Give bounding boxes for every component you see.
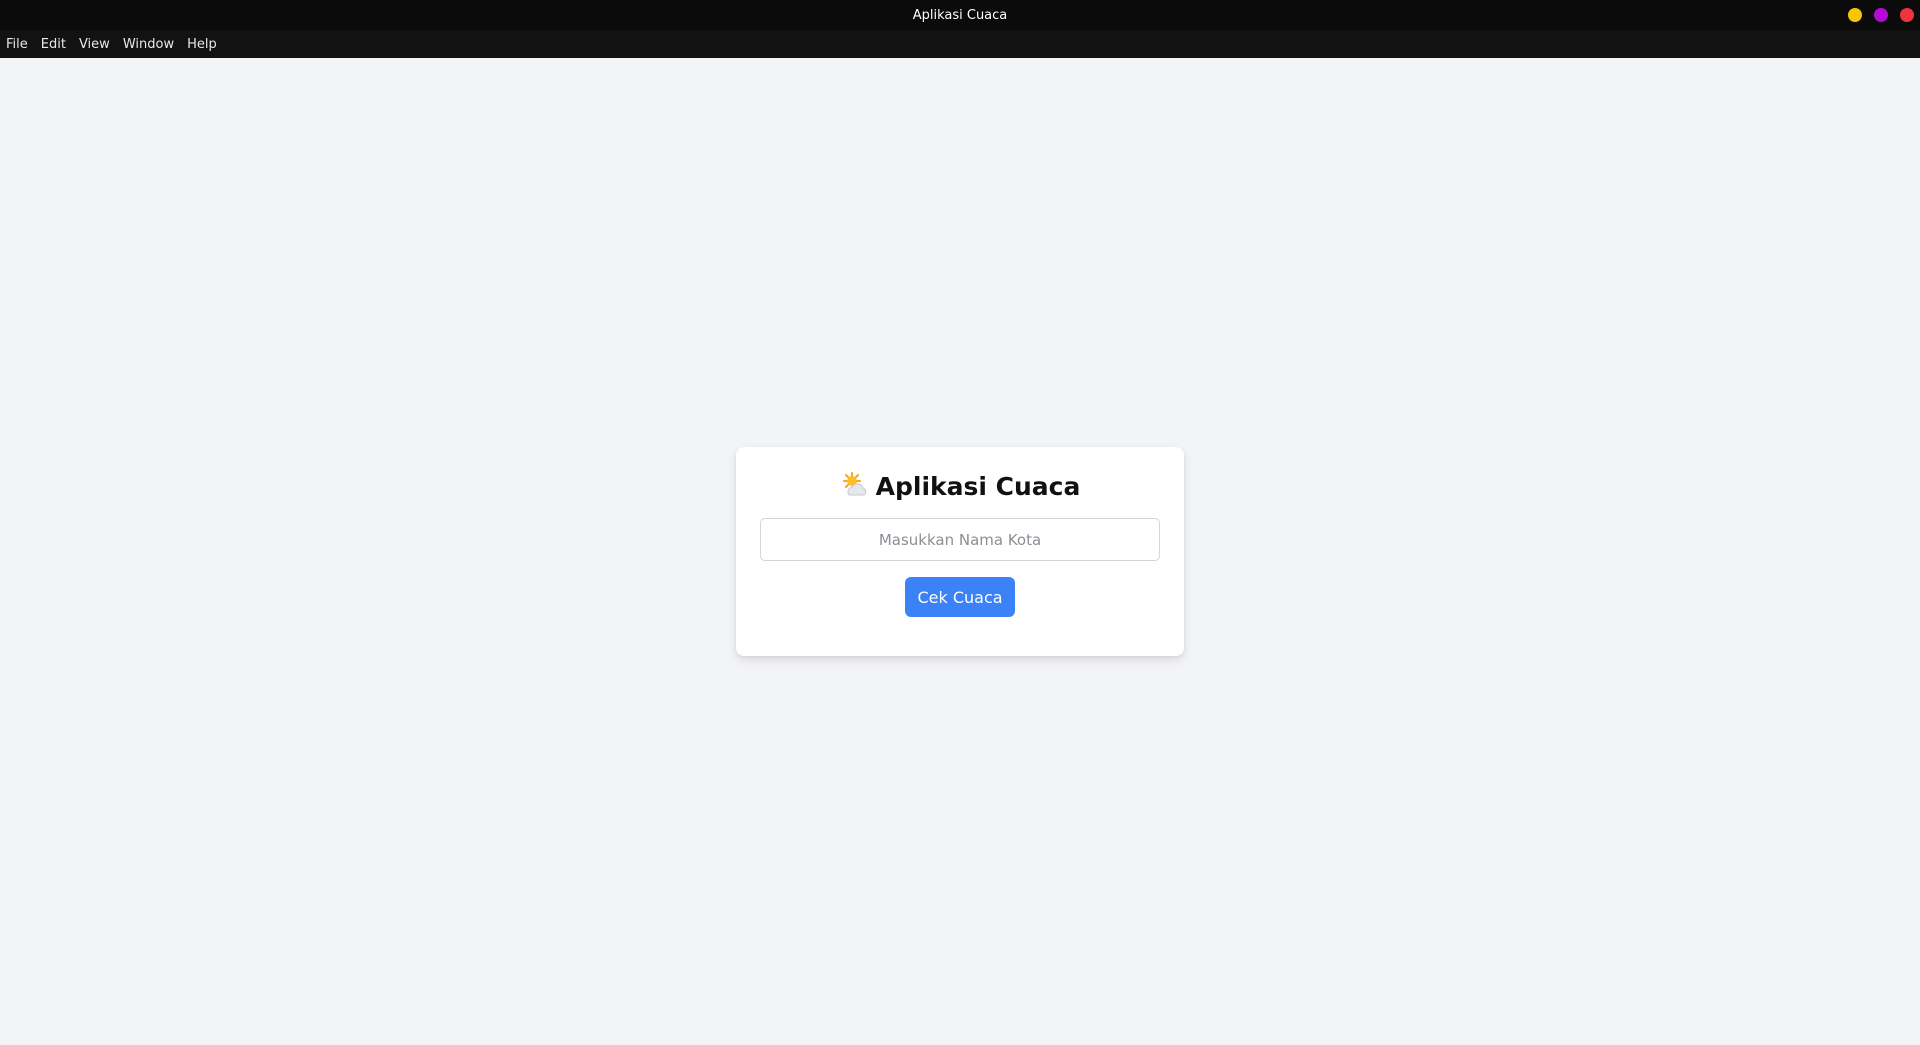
maximize-button[interactable] (1874, 8, 1888, 22)
app-window: Aplikasi Cuaca File Edit View Window Hel… (0, 0, 1920, 1045)
card-title: Aplikasi Cuaca (875, 471, 1081, 501)
menu-window[interactable]: Window (123, 37, 180, 52)
title-bar[interactable]: Aplikasi Cuaca (0, 0, 1920, 30)
menu-bar: File Edit View Window Help (0, 30, 1920, 58)
card-heading: Aplikasi Cuaca (840, 469, 1081, 503)
window-controls (1848, 8, 1914, 22)
weather-card: Aplikasi Cuaca Cek Cuaca (736, 447, 1184, 656)
menu-help[interactable]: Help (187, 37, 223, 52)
sun-behind-cloud-icon (840, 471, 870, 501)
city-input[interactable] (760, 518, 1160, 561)
window-title: Aplikasi Cuaca (912, 7, 1008, 23)
menu-edit[interactable]: Edit (41, 37, 72, 52)
menu-file[interactable]: File (6, 37, 34, 52)
menu-view[interactable]: View (79, 37, 116, 52)
main-content: Aplikasi Cuaca Cek Cuaca (0, 58, 1920, 1045)
check-weather-button[interactable]: Cek Cuaca (905, 577, 1015, 617)
minimize-button[interactable] (1848, 8, 1862, 22)
close-button[interactable] (1900, 8, 1914, 22)
